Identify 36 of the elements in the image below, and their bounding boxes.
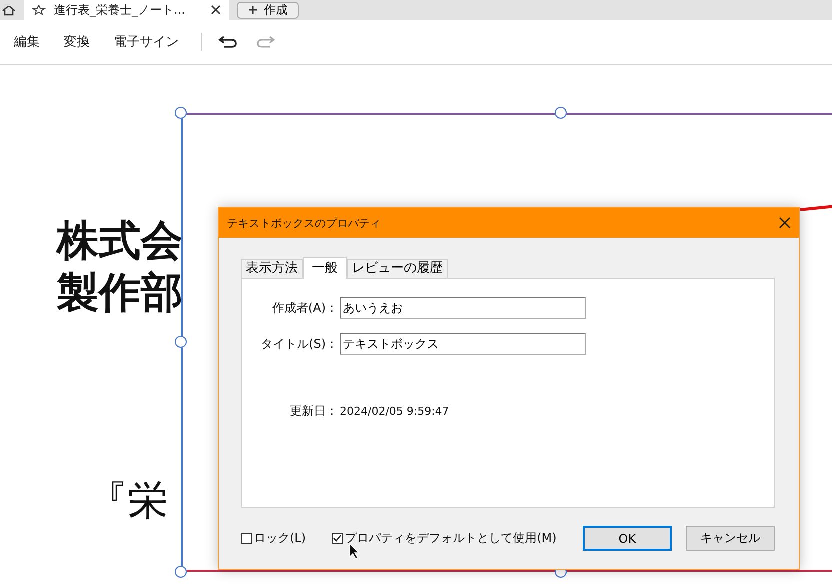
- field-label: タイトル(S)：: [261, 336, 338, 352]
- close-icon[interactable]: [209, 5, 223, 15]
- new-tab-button[interactable]: 作成: [237, 2, 299, 18]
- resize-handle[interactable]: [175, 107, 187, 119]
- star-icon[interactable]: [32, 5, 46, 15]
- text-field[interactable]: あいうえお: [340, 297, 586, 319]
- undo-icon[interactable]: [218, 35, 238, 49]
- field-label: 作成者(A)：: [272, 300, 338, 316]
- checkbox[interactable]: [241, 533, 252, 544]
- checkbox-label[interactable]: ロック(L): [254, 530, 306, 547]
- resize-handle[interactable]: [555, 107, 567, 119]
- text-field[interactable]: テキストボックス: [340, 333, 586, 355]
- dialog-title: テキストボックスのプロパティ: [227, 216, 381, 230]
- checkbox[interactable]: [332, 533, 344, 544]
- document-text: 『栄: [88, 477, 168, 526]
- document-text: 株式会: [57, 215, 183, 267]
- home-icon[interactable]: [2, 6, 16, 16]
- dialog-tab[interactable]: レビューの履歴: [347, 259, 448, 278]
- dialog-button[interactable]: OK: [582, 526, 672, 551]
- annotation-line: [800, 205, 832, 211]
- menu-item[interactable]: 編集: [14, 33, 40, 51]
- plus-icon: [248, 6, 258, 14]
- dialog-tab[interactable]: 表示方法: [241, 259, 303, 278]
- resize-handle[interactable]: [175, 336, 187, 348]
- menu-item[interactable]: 変換: [64, 33, 90, 51]
- browser-tab[interactable]: 進行表_栄養士_ノート...: [24, 0, 229, 20]
- modified-date: 2024/02/05 9:59:47: [340, 405, 450, 418]
- cursor-icon: [349, 543, 360, 560]
- menu-item[interactable]: 電子サイン: [114, 33, 179, 51]
- document-text: 製作部: [57, 267, 183, 319]
- dialog-tab[interactable]: 一般: [303, 257, 347, 279]
- close-icon[interactable]: [779, 217, 791, 229]
- resize-handle[interactable]: [175, 566, 187, 578]
- dialog-button[interactable]: キャンセル: [686, 526, 775, 551]
- field-label: 更新日：: [290, 403, 338, 420]
- checkbox-label[interactable]: プロパティをデフォルトとして使用(M): [345, 530, 557, 547]
